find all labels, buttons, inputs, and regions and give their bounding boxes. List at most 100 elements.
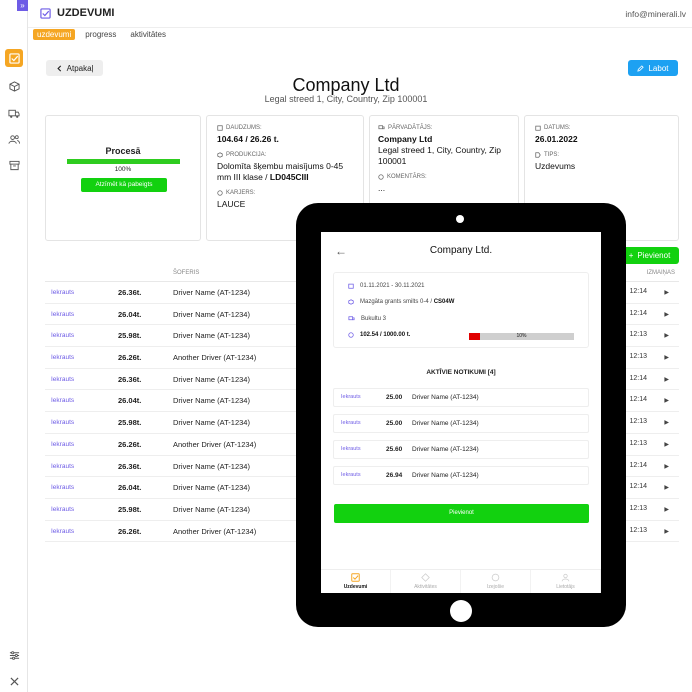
tablet-bottom-nav: Uzdevumi Aktivitātes Izejošie Lietotājs [321,569,601,593]
truck-nav-icon[interactable] [5,104,23,122]
product-row: Mazgāta grants smilts 0-4 / CS04W [348,299,454,305]
caret-right-icon[interactable]: ▶ [664,506,669,513]
status-text: Procesā [105,146,141,156]
comment-icon [378,174,384,180]
row-status[interactable]: Iekrauts [51,484,74,491]
caret-right-icon[interactable]: ▶ [664,376,669,383]
add-button[interactable]: + Pievienot [620,247,679,264]
row-amount: 26.36t. [118,288,142,297]
list-item[interactable]: Iekrauts 25.00 Driver Name (AT-1234) [333,388,589,407]
tab-progress[interactable]: progress [81,29,120,40]
nav-uzdevumi-label: Uzdevumi [343,584,368,590]
row-driver: Another Driver (AT-1234) [173,353,257,363]
user-email[interactable]: info@minerali.lv [625,9,686,19]
close-icon[interactable] [5,672,23,690]
app-title: UZDEVUMI [40,7,114,19]
event-status[interactable]: Iekrauts [341,394,361,400]
tab-aktivitates[interactable]: aktivitātes [126,29,170,40]
plus-icon: + [628,251,634,260]
row-status[interactable]: Iekrauts [51,354,74,361]
settings-sliders-icon[interactable] [5,646,23,664]
nav-izejosie[interactable]: Izejošie [461,570,531,593]
row-driver: Driver Name (AT-1234) [173,309,250,319]
row-status[interactable]: Iekrauts [51,289,74,296]
event-status[interactable]: Iekrauts [341,446,361,452]
page-subtitle: Legal streed 1, City, Country, Zip 10000… [264,94,428,104]
event-amount: 25.00 [386,420,403,427]
caret-right-icon[interactable]: ▶ [664,441,669,448]
calendar-icon [348,283,354,289]
row-status[interactable]: Iekrauts [51,311,74,318]
list-item[interactable]: Iekrauts 25.60 Driver Name (AT-1234) [333,440,589,459]
row-driver: Driver Name (AT-1234) [173,461,250,471]
row-status[interactable]: Iekrauts [51,376,74,383]
row-time: 12:14 [629,483,647,491]
top-bar: UZDEVUMI info@minerali.lv [28,0,692,28]
date-label-row: DATUMS: [535,125,670,131]
date-range: 01.11.2021 - 30.11.2021 [360,283,425,289]
list-item[interactable]: Iekrauts 25.00 Driver Name (AT-1234) [333,414,589,433]
tablet-progress-bar: 10% [469,333,574,340]
date-range-row: 01.11.2021 - 30.11.2021 [348,283,425,289]
user-icon [531,573,600,583]
row-status[interactable]: Iekrauts [51,506,74,513]
caret-right-icon[interactable]: ▶ [664,311,669,318]
caret-right-icon[interactable]: ▶ [664,354,669,361]
events-title: AKTĪVIE NOTIKUMI [4] [426,369,496,376]
tablet-add-button[interactable]: Pievienot [334,504,589,523]
caret-right-icon[interactable]: ▶ [664,289,669,296]
tab-uzdevumi[interactable]: uzdevumi [33,29,76,40]
caret-right-icon[interactable]: ▶ [664,484,669,491]
row-amount: 26.04t. [118,483,142,493]
row-time: 12:14 [629,374,647,382]
tab-bar: uzdevumi progress aktivitātes [33,29,170,40]
box-icon [217,152,223,158]
archive-nav-icon[interactable] [5,156,23,174]
comment-label-row: KOMENTĀRS: [378,174,510,180]
type-value: Uzdevums [535,161,576,171]
caret-right-icon[interactable]: ▶ [664,463,669,470]
nav-aktivitates-label: Aktivitātes [414,584,437,590]
users-nav-icon[interactable] [5,130,23,148]
row-driver: Another Driver (AT-1234) [173,439,257,449]
location: Bukultu 3 [361,316,387,322]
row-status[interactable]: Iekrauts [51,332,74,339]
event-status[interactable]: Iekrauts [341,420,361,426]
quantity-label-row: DAUDZUMS: [217,125,355,131]
caret-right-icon[interactable]: ▶ [664,397,669,404]
nav-lietotajs[interactable]: Lietotājs [531,570,601,593]
row-amount: 25.98t. [118,418,142,428]
status-progress-label: 100% [114,166,132,173]
caret-right-icon[interactable]: ▶ [664,332,669,339]
expand-icon[interactable]: » [17,0,28,11]
row-driver: Driver Name (AT-1234) [173,418,250,428]
event-driver: Driver Name (AT-1234) [412,446,479,453]
home-button[interactable] [450,600,472,622]
nav-uzdevumi[interactable]: Uzdevumi [321,570,391,593]
row-amount: 25.98t. [118,504,142,514]
nav-aktivitates[interactable]: Aktivitātes [391,570,461,593]
row-status[interactable]: Iekrauts [51,397,74,404]
tablet-header: ← Company Ltd. [321,232,601,268]
caret-right-icon[interactable]: ▶ [664,419,669,426]
location-row: Bukultu 3 [348,316,386,322]
row-amount: 26.26t. [118,526,142,536]
carrier-name: Company Ltd [378,134,433,144]
row-status[interactable]: Iekrauts [51,441,74,448]
back-button[interactable]: Atpakaļ [46,60,103,76]
row-status[interactable]: Iekrauts [51,528,74,535]
edit-button[interactable]: Labot [628,60,678,76]
quantity-value: 104.64 / 26.26 t. [217,134,355,145]
tasks-nav-icon[interactable] [5,49,23,67]
row-amount: 26.26t. [118,353,142,363]
mark-done-button[interactable]: Atzīmēt kā pabeigts [81,178,167,192]
event-status[interactable]: Iekrauts [341,472,361,478]
row-status[interactable]: Iekrauts [51,463,74,470]
list-item[interactable]: Iekrauts 26.94 Driver Name (AT-1234) [333,466,589,485]
row-amount: 26.36t. [118,461,142,471]
tablet-device: ← Company Ltd. 01.11.2021 - 30.11.2021 M… [296,203,626,627]
row-status[interactable]: Iekrauts [51,419,74,426]
row-time: 12:14 [629,309,647,317]
caret-right-icon[interactable]: ▶ [664,528,669,535]
carrier-label: PĀRVADĀTĀJS: [388,125,433,131]
